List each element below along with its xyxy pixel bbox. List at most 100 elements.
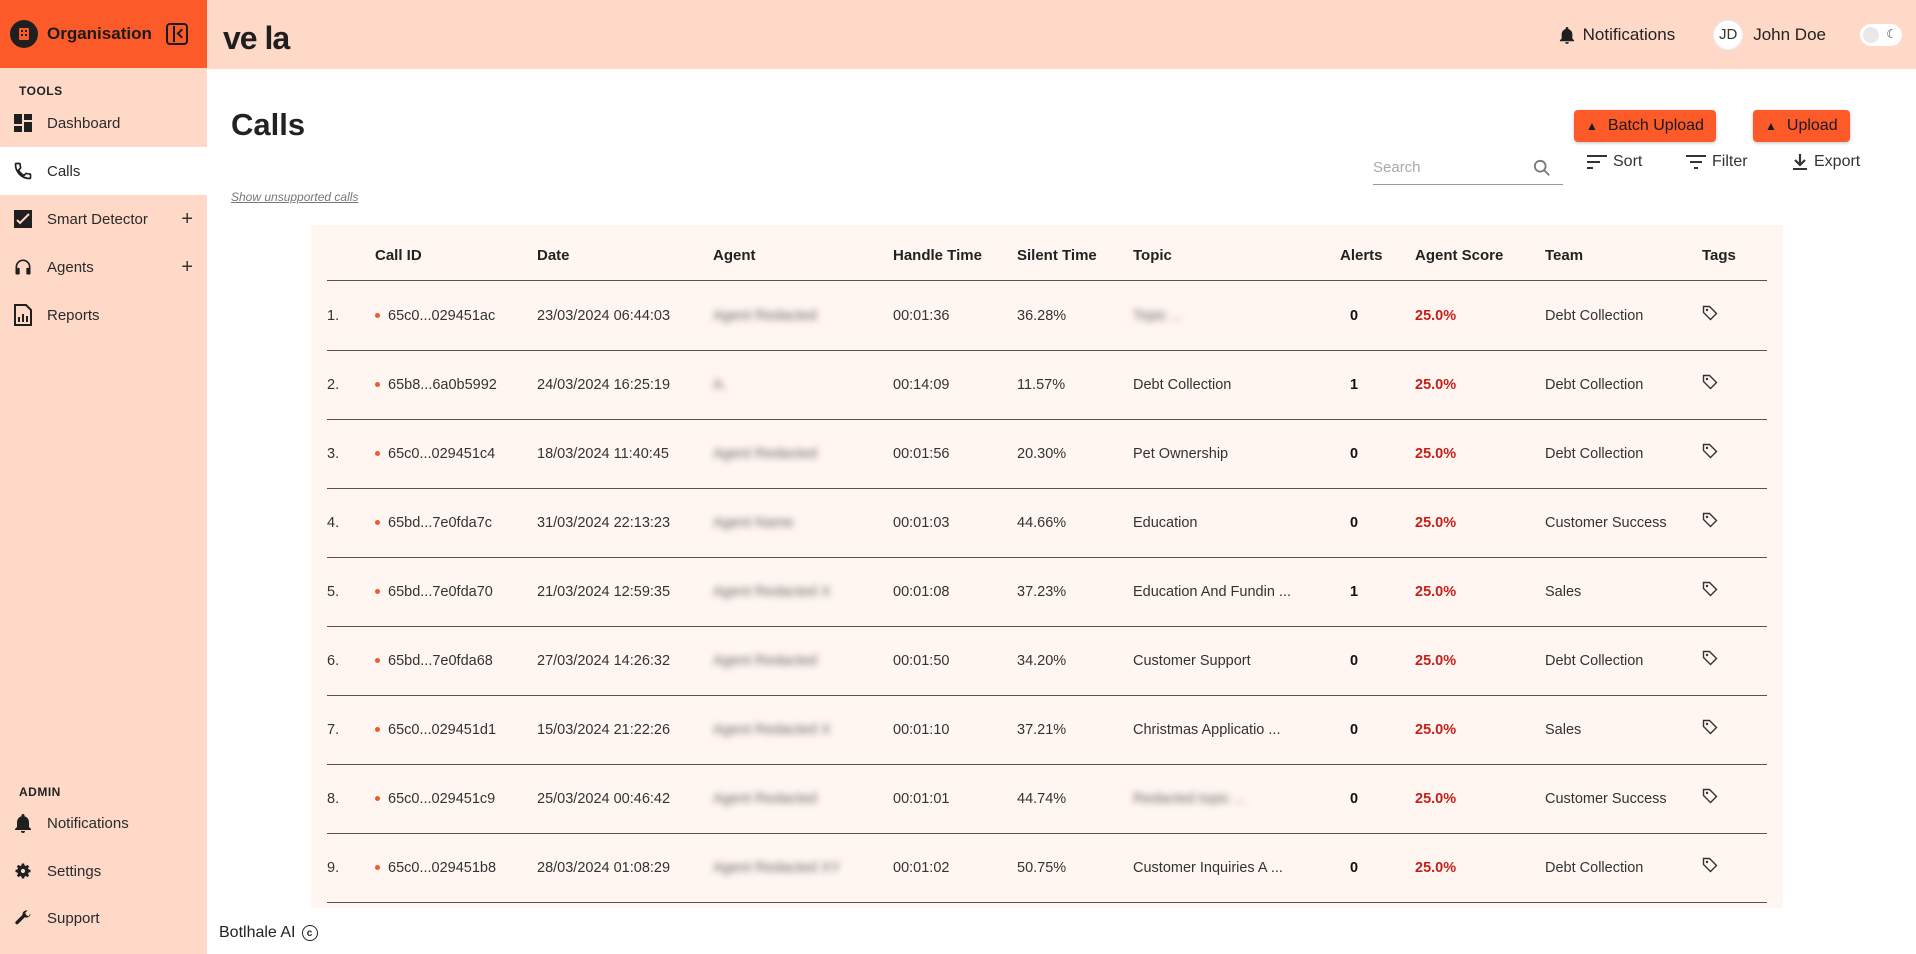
show-unsupported-calls-link[interactable]: Show unsupported calls bbox=[231, 190, 358, 204]
tag-icon[interactable] bbox=[1702, 305, 1718, 321]
topic-cell-text: Pet Ownership bbox=[1133, 446, 1229, 462]
call-id-cell-text: 65bd...7e0fda70 bbox=[388, 584, 493, 600]
sidebar-item-dashboard[interactable]: Dashboard bbox=[0, 99, 207, 147]
handle-time-cell: 00:01:08 bbox=[893, 584, 949, 600]
tag-icon[interactable] bbox=[1702, 719, 1718, 735]
column-header-tags[interactable]: Tags bbox=[1702, 247, 1736, 264]
table-row[interactable]: 6. 65bd...7e0fda68 27/03/2024 14:26:32 Agen… bbox=[327, 627, 1767, 696]
table-row[interactable]: 1. 65c0...029451ac 23/03/2024 06:44:03 Agen… bbox=[327, 282, 1767, 351]
call-id-cell[interactable]: 65c0...029451ac bbox=[375, 308, 495, 324]
table-row[interactable]: 3. 65c0...029451c4 18/03/2024 11:40:45 Agen… bbox=[327, 420, 1767, 489]
table-row[interactable]: 2. 65b8...6a0b5992 24/03/2024 16:25:19 A. 00… bbox=[327, 351, 1767, 420]
expand-plus-icon[interactable]: + bbox=[181, 208, 193, 231]
search-icon[interactable] bbox=[1533, 159, 1551, 177]
handle-time-cell: 00:01:56 bbox=[893, 446, 949, 462]
sidebar-item-settings[interactable]: Settings bbox=[0, 847, 207, 895]
user-name[interactable]: John Doe bbox=[1753, 25, 1826, 45]
agent-score-cell: 25.0% bbox=[1415, 584, 1456, 600]
table-row[interactable]: 5. 65bd...7e0fda70 21/03/2024 12:59:35 Agen… bbox=[327, 558, 1767, 627]
export-label: Export bbox=[1814, 153, 1861, 170]
silent-time-cell-text: 36.28% bbox=[1017, 308, 1067, 324]
handle-time-cell: 00:01:01 bbox=[893, 791, 949, 807]
sidebar-item-support[interactable]: Support bbox=[0, 894, 207, 942]
sidebar-item-smart-detector[interactable]: Smart Detector + bbox=[0, 195, 207, 243]
filter-button[interactable]: Filter bbox=[1686, 153, 1748, 171]
handle-time-cell: 00:01:03 bbox=[893, 515, 949, 531]
call-id-cell[interactable]: 65c0...029451c4 bbox=[375, 446, 495, 462]
sidebar-item-notifications[interactable]: Notifications bbox=[0, 799, 207, 847]
handle-time-cell: 00:01:10 bbox=[893, 722, 949, 738]
export-button[interactable]: Export bbox=[1792, 153, 1860, 171]
agent-score-cell: 25.0% bbox=[1415, 446, 1456, 462]
brand-logo[interactable]: ve la bbox=[223, 20, 290, 57]
batch-upload-button[interactable]: ▲ Batch Upload bbox=[1574, 110, 1716, 142]
tag-icon[interactable] bbox=[1702, 374, 1718, 390]
upload-button[interactable]: ▲ Upload bbox=[1753, 110, 1850, 142]
sidebar-item-label: Agents bbox=[47, 258, 94, 276]
column-header-call-id[interactable]: Call ID bbox=[375, 247, 422, 264]
team-cell: Debt Collection bbox=[1545, 653, 1643, 669]
bell-icon bbox=[12, 812, 34, 834]
call-id-cell[interactable]: 65c0...029451d1 bbox=[375, 722, 496, 738]
column-header-handle-time[interactable]: Handle Time bbox=[893, 247, 982, 264]
silent-time-cell: 34.20% bbox=[1017, 653, 1066, 669]
alerts-cell: 0 bbox=[1350, 722, 1358, 738]
tag-icon[interactable] bbox=[1702, 788, 1718, 804]
search-input[interactable] bbox=[1373, 159, 1533, 176]
team-cell-text: Debt Collection bbox=[1545, 860, 1644, 876]
call-id-cell[interactable]: 65c0...029451b8 bbox=[375, 860, 496, 876]
table-row[interactable]: 8. 65c0...029451c9 25/03/2024 00:46:42 Agen… bbox=[327, 765, 1767, 834]
row-number-text: 6. bbox=[327, 653, 340, 669]
status-dot-icon bbox=[375, 795, 380, 801]
sidebar-item-reports[interactable]: Reports bbox=[0, 291, 207, 339]
table-row[interactable]: 9. 65c0...029451b8 28/03/2024 01:08:29 Agen… bbox=[327, 834, 1767, 903]
table-header: Call ID Date Agent Handle Time Silent Ti… bbox=[327, 225, 1767, 281]
alerts-cell: 0 bbox=[1350, 308, 1358, 324]
tag-icon[interactable] bbox=[1702, 512, 1718, 528]
sort-button[interactable]: Sort bbox=[1587, 153, 1642, 171]
table-row[interactable]: 4. 65bd...7e0fda7c 31/03/2024 22:13:23 Agen… bbox=[327, 489, 1767, 558]
column-header-agent-score[interactable]: Agent Score bbox=[1415, 247, 1503, 264]
column-header-alerts[interactable]: Alerts bbox=[1340, 247, 1383, 264]
topic-cell: Customer Support bbox=[1133, 653, 1251, 669]
column-header-team[interactable]: Team bbox=[1545, 247, 1583, 264]
upload-label: Upload bbox=[1786, 117, 1838, 134]
agent-score-cell-text: 25.0% bbox=[1415, 791, 1457, 807]
gear-icon bbox=[12, 860, 34, 882]
column-header-topic[interactable]: Topic bbox=[1133, 247, 1172, 264]
agent-cell-text: Agent Redacted bbox=[713, 653, 817, 669]
silent-time-cell-text: 50.75% bbox=[1017, 860, 1067, 876]
agent-cell: Agent Redacted X bbox=[713, 584, 831, 600]
agent-score-cell-text: 25.0% bbox=[1415, 446, 1457, 462]
theme-toggle[interactable]: ☾ bbox=[1860, 23, 1902, 46]
alerts-cell: 0 bbox=[1350, 653, 1358, 669]
table-row[interactable]: 7. 65c0...029451d1 15/03/2024 21:22:26 Agen… bbox=[327, 696, 1767, 765]
dashboard-icon bbox=[12, 112, 34, 134]
call-id-cell[interactable]: 65bd...7e0fda7c bbox=[375, 515, 492, 531]
tag-icon[interactable] bbox=[1702, 443, 1718, 459]
status-dot-icon bbox=[375, 657, 380, 663]
tag-icon[interactable] bbox=[1702, 650, 1718, 666]
tag-icon[interactable] bbox=[1702, 581, 1718, 597]
call-id-cell[interactable]: 65c0...029451c9 bbox=[375, 791, 495, 807]
avatar[interactable]: JD bbox=[1713, 19, 1744, 50]
call-id-cell[interactable]: 65bd...7e0fda70 bbox=[375, 584, 493, 600]
alerts-cell-text: 0 bbox=[1350, 791, 1359, 807]
tag-icon[interactable] bbox=[1702, 857, 1718, 873]
call-id-cell-text: 65c0...029451d1 bbox=[388, 722, 497, 738]
handle-time-cell-text: 00:01:50 bbox=[893, 653, 950, 669]
expand-plus-icon[interactable]: + bbox=[181, 256, 193, 279]
collapse-sidebar-icon[interactable] bbox=[165, 23, 188, 45]
header-notifications-button[interactable]: Notifications bbox=[1559, 25, 1675, 45]
column-header-date[interactable]: Date bbox=[537, 247, 570, 264]
column-header-silent-time[interactable]: Silent Time bbox=[1017, 247, 1097, 264]
date-cell-text: 21/03/2024 12:59:35 bbox=[537, 584, 671, 600]
call-id-cell[interactable]: 65bd...7e0fda68 bbox=[375, 653, 493, 669]
call-id-cell[interactable]: 65b8...6a0b5992 bbox=[375, 377, 497, 393]
agent-score-cell-text: 25.0% bbox=[1415, 722, 1457, 738]
sidebar-item-agents[interactable]: Agents + bbox=[0, 243, 207, 291]
column-header-agent[interactable]: Agent bbox=[713, 247, 756, 264]
org-name: Organisation bbox=[47, 24, 152, 43]
sidebar-item-calls[interactable]: Calls bbox=[0, 147, 207, 195]
handle-time-cell-text: 00:01:02 bbox=[893, 860, 950, 876]
